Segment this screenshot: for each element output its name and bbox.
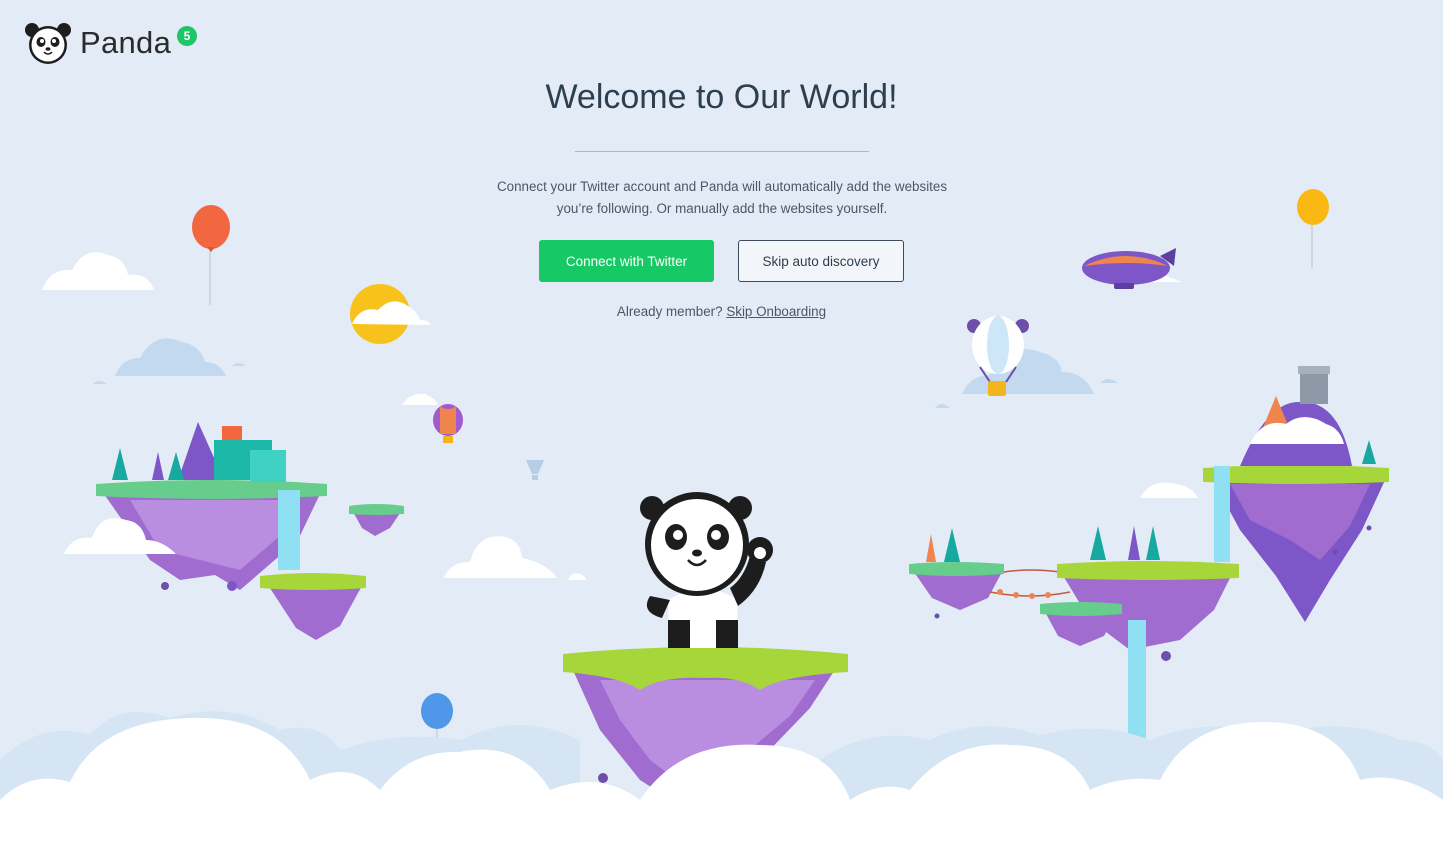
member-prompt-text: Already member? (616, 304, 723, 319)
skip-auto-discovery-button[interactable]: Skip auto discovery (738, 240, 904, 282)
panda-mascot-icon (640, 492, 773, 648)
red-balloon-icon (192, 205, 230, 305)
page-title: Welcome to Our World! (545, 78, 898, 116)
hot-air-balloon-icon (433, 404, 463, 443)
cloud-icon (115, 338, 226, 376)
version-badge: 5 (177, 26, 197, 46)
skip-onboarding-link[interactable]: Skip Onboarding (726, 304, 826, 319)
intro-text: Connect your Twitter account and Panda w… (496, 179, 948, 216)
panda-head-icon (25, 23, 71, 64)
left-island-icon (96, 422, 327, 591)
brand-name: Panda (80, 25, 172, 60)
connect-twitter-button[interactable]: Connect with Twitter (539, 240, 714, 282)
cloud-icon (93, 363, 1118, 408)
cloud-icon (42, 252, 154, 290)
member-prompt-row: Already member? Skip Onboarding (0, 304, 1443, 319)
castle-island-icon (1203, 366, 1389, 622)
brand-logo[interactable]: Panda 5 (24, 22, 197, 64)
cloud-icon (402, 393, 1198, 580)
airship-icon (1082, 248, 1182, 289)
hot-air-balloon-icon (526, 460, 544, 480)
yellow-balloon-icon (1297, 189, 1329, 268)
title-divider (575, 151, 869, 152)
floating-islands-illustration (0, 189, 1443, 841)
